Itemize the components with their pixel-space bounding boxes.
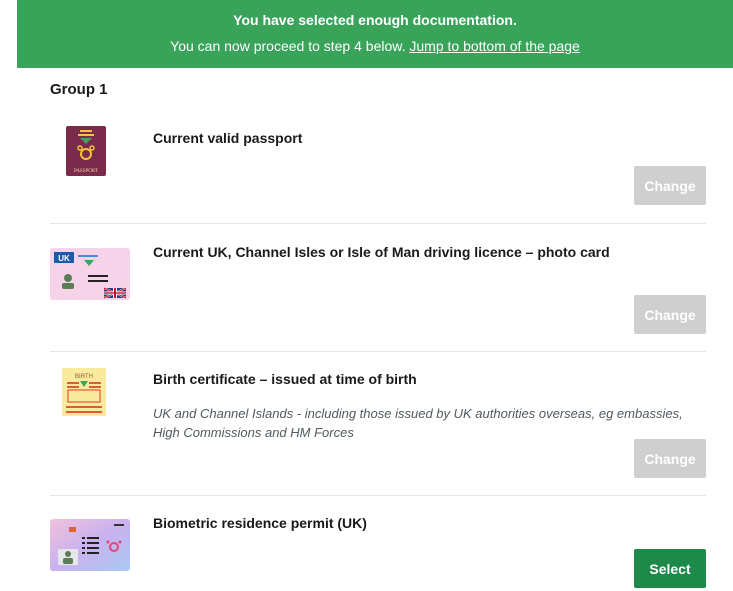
document-title: Current UK, Channel Isles or Isle of Man… [153,244,610,260]
change-button[interactable]: Change [634,439,706,478]
document-item-driving-licence: UK Current UK, Channel Isles or Isle of … [50,242,706,334]
document-title: Biometric residence permit (UK) [153,515,367,531]
banner-title: You have selected enough documentation. [233,12,517,28]
divider [50,351,706,352]
birth-certificate-icon: BIRTH [50,368,130,418]
change-button[interactable]: Change [634,295,706,334]
passport-icon-text: PASSPORT [74,169,98,174]
driving-licence-icon: UK [50,248,130,300]
document-item-birth-certificate: BIRTH Birth certificate – issued at time… [50,368,706,480]
document-item-passport: PASSPORT Current valid passport Change [50,126,706,216]
divider [50,223,706,224]
success-banner: You have selected enough documentation. … [17,0,733,68]
residence-permit-icon [50,519,130,571]
passport-icon: PASSPORT [50,126,130,178]
uk-icon-text: UK [58,254,70,263]
jump-to-bottom-link[interactable]: Jump to bottom of the page [409,38,579,54]
change-button[interactable]: Change [634,166,706,205]
document-title: Current valid passport [153,130,303,146]
birth-icon-text: BIRTH [75,374,93,380]
document-description: UK and Channel Islands - including those… [153,406,683,440]
banner-message: You can now proceed to step 4 below. Jum… [17,38,733,54]
document-title: Birth certificate – issued at time of bi… [153,371,417,387]
group-title: Group 1 [50,81,108,98]
banner-text: You can now proceed to step 4 below. [170,38,406,54]
document-item-residence-permit: Biometric residence permit (UK) Select [50,512,706,590]
divider [50,495,706,496]
select-button[interactable]: Select [634,549,706,588]
